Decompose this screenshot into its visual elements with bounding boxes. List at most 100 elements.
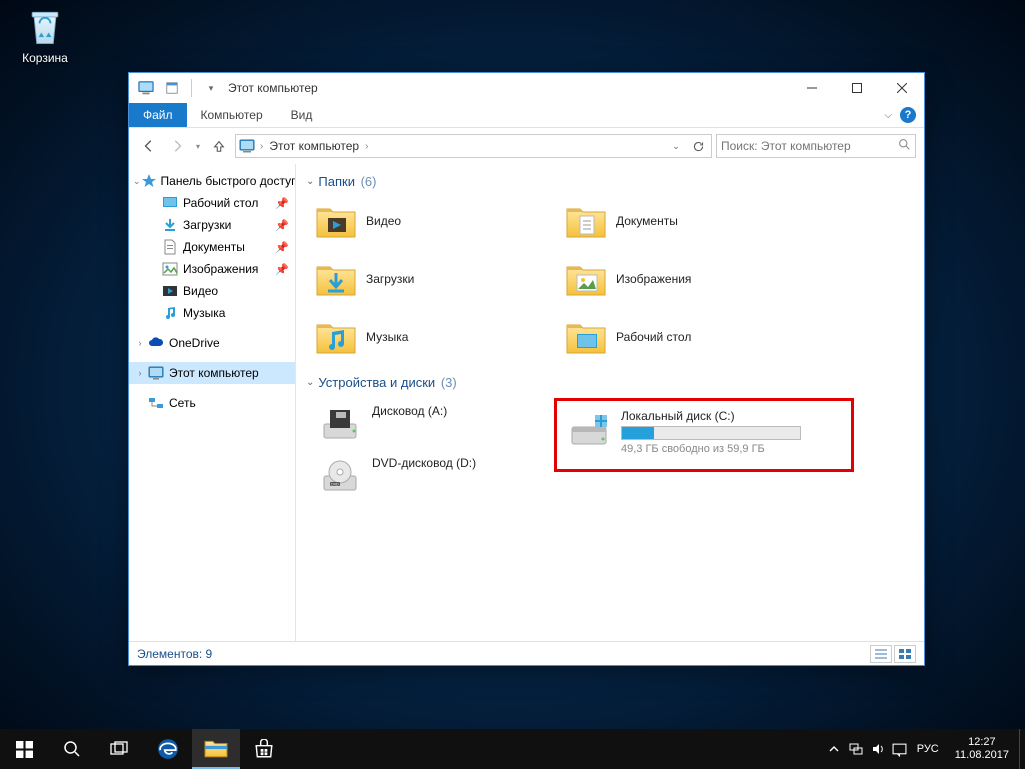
search-icon[interactable] [898,138,911,154]
show-desktop-button[interactable] [1019,729,1025,769]
sidebar-item-label: Сеть [169,396,196,410]
maximize-button[interactable] [834,73,879,103]
item-icon [161,238,179,256]
address-dropdown-icon[interactable]: ⌄ [665,135,687,157]
sidebar-quick-access[interactable]: ⌄ Панель быстрого доступа [129,170,295,192]
folder-label: Видео [366,214,401,228]
sidebar-item-label: Музыка [183,306,225,320]
folder-item[interactable]: Изображения [564,255,844,303]
systray: РУС 12:27 11.08.2017 [823,729,1025,769]
folder-item[interactable]: Рабочий стол [564,313,844,361]
sidebar-onedrive[interactable]: › OneDrive [129,332,295,354]
monitor-icon [147,364,165,382]
folder-icon [314,317,358,357]
clock-date: 11.08.2017 [955,749,1009,762]
svg-text:DVD: DVD [331,483,339,487]
taskbar-search-button[interactable] [48,729,96,769]
drive-item[interactable]: DVDDVD-дисковод (D:) [314,450,554,502]
titlebar: ▾ Этот компьютер [129,73,924,103]
sidebar-item-label: Этот компьютер [169,366,259,380]
chevron-right-icon[interactable]: › [365,141,368,152]
drive-label: Локальный диск (C:) [621,409,841,423]
sidebar-item[interactable]: Музыка [129,302,295,324]
item-icon [161,216,179,234]
sidebar-item-label: Загрузки [183,218,231,232]
folder-item[interactable]: Загрузки [314,255,564,303]
star-icon [141,172,157,190]
ribbon-expand-icon[interactable]: ⌵ [884,110,892,121]
close-button[interactable] [879,73,924,103]
taskbar-edge[interactable] [144,729,192,769]
sidebar-thispc[interactable]: › Этот компьютер [129,362,295,384]
folder-label: Загрузки [366,272,414,286]
start-button[interactable] [0,729,48,769]
group-drives-header[interactable]: ⌄ Устройства и диски (3) [306,375,914,390]
tray-clock[interactable]: 12:27 11.08.2017 [945,736,1019,762]
help-icon[interactable]: ? [900,107,916,123]
chevron-right-icon[interactable]: › [133,338,147,348]
folder-label: Музыка [366,330,408,344]
folder-item[interactable]: Документы [564,197,844,245]
network-icon [147,394,165,412]
search-box[interactable] [716,134,916,158]
taskview-button[interactable] [96,729,144,769]
up-button[interactable] [207,134,231,158]
sidebar-network[interactable]: › Сеть [129,392,295,414]
sidebar-item-label: Видео [183,284,218,298]
sidebar-item-label: Изображения [183,262,258,276]
recent-locations-icon[interactable]: ▾ [193,142,203,151]
chevron-right-icon[interactable]: › [260,141,263,152]
tab-computer[interactable]: Компьютер [187,103,277,127]
taskbar-explorer[interactable] [192,729,240,769]
search-input[interactable] [721,139,898,153]
tray-network-icon[interactable] [845,742,867,756]
tray-notifications-icon[interactable] [889,742,911,757]
item-icon [161,304,179,322]
address-bar[interactable]: › Этот компьютер › ⌄ [235,134,712,158]
tray-volume-icon[interactable] [867,742,889,756]
back-button[interactable] [137,134,161,158]
group-folders-header[interactable]: ⌄ Папки (6) [306,174,914,189]
tab-file[interactable]: Файл [129,103,187,127]
qat-dropdown-icon[interactable]: ▾ [200,77,222,99]
sidebar-item-label: Панель быстрого доступа [161,174,296,188]
drive-usage-bar [621,426,801,440]
view-details-button[interactable] [870,645,892,663]
minimize-button[interactable] [789,73,834,103]
tray-overflow-icon[interactable] [823,744,845,754]
folder-icon [564,259,608,299]
group-count: (6) [361,174,377,189]
forward-button[interactable] [165,134,189,158]
drive-item[interactable]: Дисковод (A:) [314,398,554,450]
item-icon [161,260,179,278]
explorer-window: ▾ Этот компьютер Файл Компьютер Вид ⌵ ? … [128,72,925,666]
chevron-down-icon[interactable]: ⌄ [133,176,141,187]
folder-item[interactable]: Музыка [314,313,564,361]
folder-item[interactable]: Видео [314,197,564,245]
group-count: (3) [441,375,457,390]
window-title: Этот компьютер [228,81,318,95]
sidebar-item[interactable]: Видео [129,280,295,302]
tab-view[interactable]: Вид [277,103,327,127]
drive-item-c[interactable]: Локальный диск (C:)49,3 ГБ свободно из 5… [563,403,845,461]
qat-properties-icon[interactable] [161,77,183,99]
sidebar-item[interactable]: Загрузки📌 [129,214,295,236]
chevron-down-icon: ⌄ [306,176,314,187]
pin-icon: 📌 [275,263,289,276]
sidebar-item[interactable]: Изображения 📌 [129,258,295,280]
recycle-bin[interactable]: Корзина [10,5,80,65]
sidebar-item[interactable]: Документы📌 [129,236,295,258]
breadcrumb[interactable]: Этот компьютер [267,139,361,153]
folder-label: Изображения [616,272,691,286]
taskbar-store[interactable] [240,729,288,769]
pin-icon: 📌 [275,197,289,210]
view-large-button[interactable] [894,645,916,663]
clock-time: 12:27 [955,736,1009,749]
tray-language[interactable]: РУС [911,743,945,755]
sidebar-item[interactable]: Рабочий стол📌 [129,192,295,214]
refresh-button[interactable] [687,135,709,157]
cloud-icon [147,334,165,352]
drive-icon: DVD [318,456,362,496]
taskbar: РУС 12:27 11.08.2017 [0,729,1025,769]
chevron-right-icon[interactable]: › [133,368,147,378]
